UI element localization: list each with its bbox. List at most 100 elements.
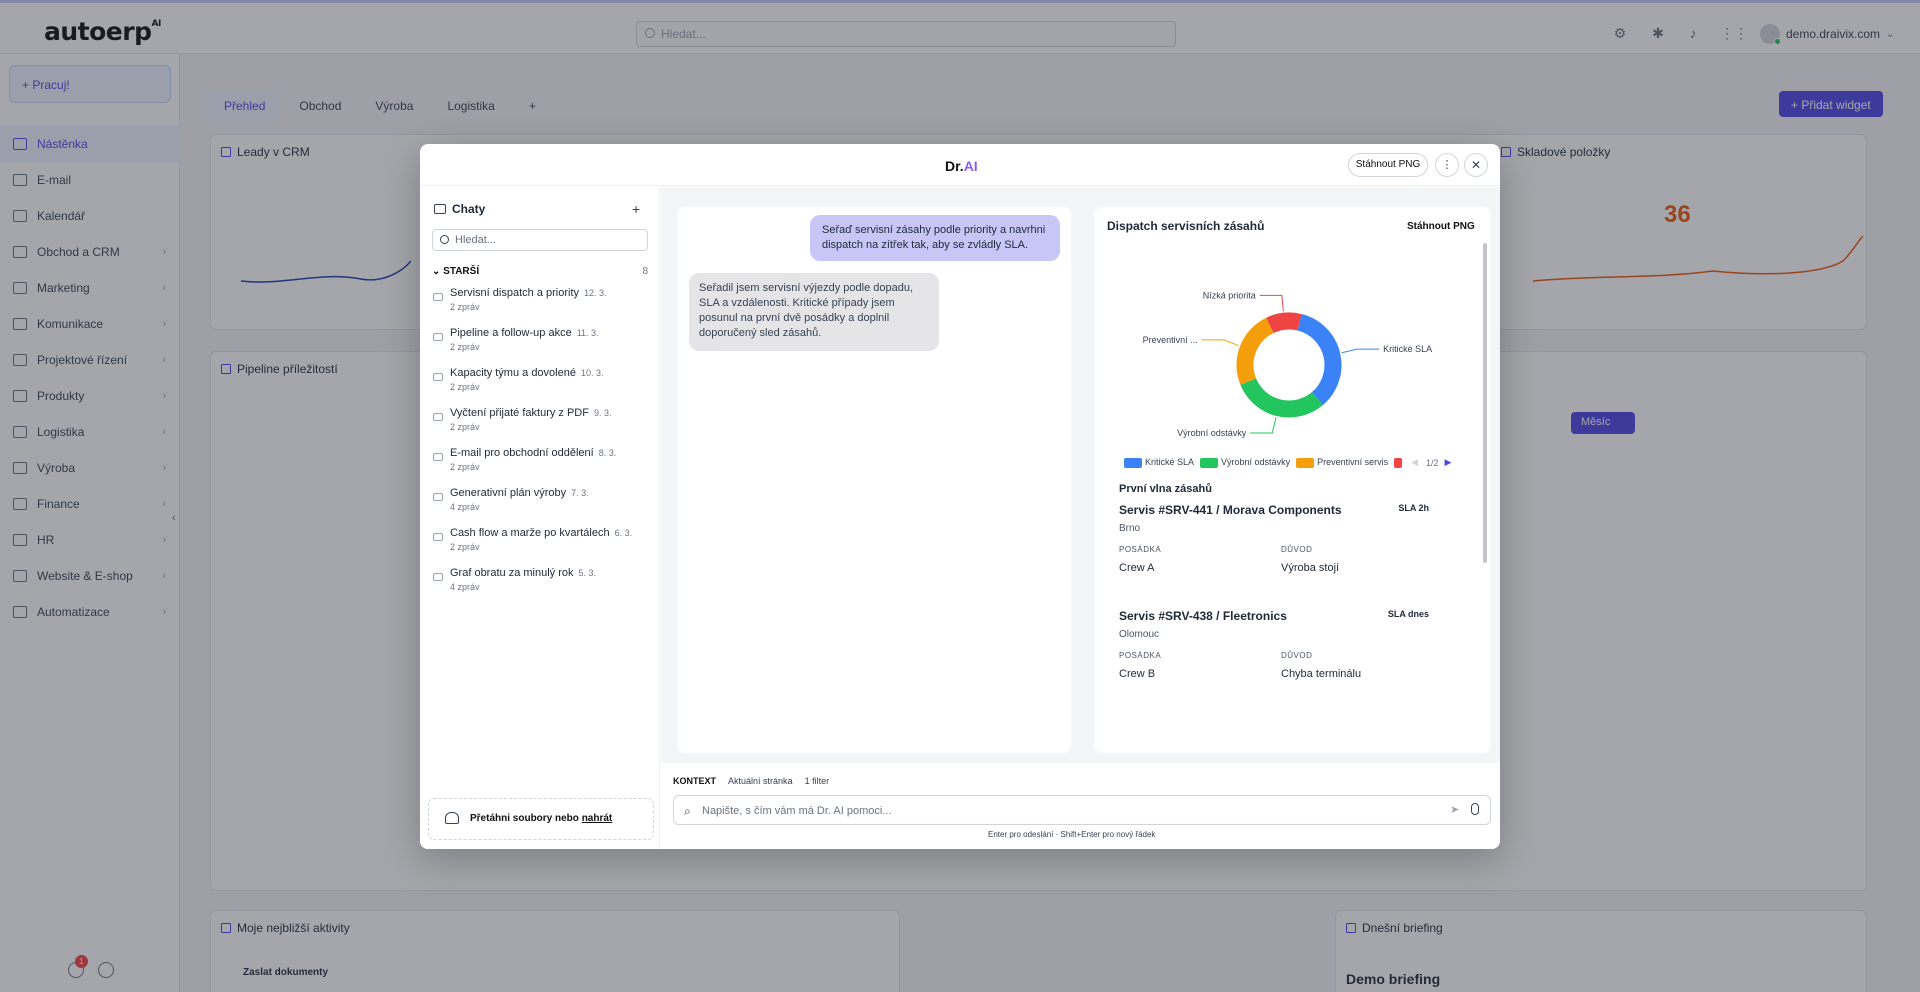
panel-title: Dispatch servisních zásahů — [1107, 219, 1265, 233]
reason-label: DŮVOD — [1281, 651, 1313, 660]
legend-swatch — [1394, 457, 1403, 468]
message-input[interactable]: ⌕ Napište, s čím vám má Dr. AI pomoci...… — [673, 795, 1491, 825]
chats-header: Chaty — [434, 202, 485, 216]
modal-title: Dr.AI — [945, 158, 978, 174]
chat-group-older[interactable]: ⌄ STARŠÍ 8 — [432, 266, 648, 277]
chat-date: 5. 3. — [578, 568, 597, 578]
legend-label: Kritické SLA — [1145, 457, 1195, 468]
context-bar: KONTEXT Aktuální stránka 1 filter — [673, 776, 829, 786]
dispatch-job[interactable]: Servis #SRV-441 / Morava Components SLA 2… — [1119, 503, 1459, 574]
context-page-chip[interactable]: Aktuální stránka — [728, 776, 793, 786]
chat-title: Graf obratu za minulý rok — [450, 567, 574, 579]
upload-link[interactable]: nahrát — [582, 813, 613, 824]
legend-item[interactable]: Výrobní odstávky — [1200, 457, 1290, 468]
chat-message-count: 2 zpráv — [450, 342, 480, 352]
legend-item[interactable]: Preventivní servis — [1296, 457, 1388, 468]
chat-message-count: 2 zpráv — [450, 462, 480, 472]
donut-label: Výrobní odstávky — [1177, 428, 1247, 438]
donut-leader-line — [1201, 339, 1239, 347]
crew-label: POSÁDKA — [1119, 651, 1162, 660]
ai-message: Seřadil jsem servisní výjezdy podle dopa… — [689, 273, 939, 351]
legend-next-icon[interactable]: ▶ — [1445, 457, 1452, 468]
chat-area: Seřaď servisní zásahy podle priority a n… — [661, 187, 1500, 763]
chevron-down-icon: ⌄ — [432, 266, 441, 277]
chat-date: 7. 3. — [571, 488, 589, 498]
chat-list-item[interactable]: Pipeline a follow-up akce 11. 3. 2 zpráv — [432, 327, 648, 367]
chats-panel: Chaty + Hledat... ⌄ STARŠÍ 8 Servisní di… — [420, 187, 660, 849]
chat-date: 12. 3. — [584, 288, 607, 298]
legend-label: Preventivní servis — [1317, 457, 1389, 468]
donut-label: Preventivní ... — [1143, 335, 1198, 345]
chat-title: Servisní dispatch a priority — [450, 287, 579, 299]
chat-title: E-mail pro obchodní oddělení — [450, 447, 594, 459]
chat-message-count: 4 zpráv — [450, 502, 480, 512]
download-png-button[interactable]: Stáhnout PNG — [1348, 153, 1428, 177]
chat-message-count: 2 zpráv — [450, 422, 480, 432]
chat-icon — [433, 573, 443, 581]
chat-list-item[interactable]: Kapacity týmu a dovolené 10. 3. 2 zpráv — [432, 367, 648, 407]
panel-download-png-button[interactable]: Stáhnout PNG — [1407, 221, 1475, 232]
chat-message-count: 4 zpráv — [450, 582, 480, 592]
donut-slice[interactable] — [1266, 312, 1302, 334]
chat-icon — [433, 413, 443, 421]
chat-title: Pipeline a follow-up akce — [450, 327, 572, 339]
chat-message-count: 2 zpráv — [450, 302, 480, 312]
chat-list-item[interactable]: Graf obratu za minulý rok 5. 3. 4 zpráv — [432, 567, 648, 607]
donut-label: Kritické SLA — [1383, 344, 1432, 354]
file-drop-zone[interactable]: Přetáhni soubory nebo nahrát — [428, 798, 654, 840]
donut-leader-line — [1250, 417, 1277, 434]
send-icon[interactable]: ➤ — [1450, 803, 1459, 816]
new-chat-button[interactable]: + — [632, 201, 640, 217]
legend-swatch — [1124, 457, 1142, 468]
chat-date: 6. 3. — [614, 528, 633, 538]
donut-leader-line — [1341, 348, 1380, 354]
search-icon — [440, 235, 449, 244]
chat-list-item[interactable]: E-mail pro obchodní oddělení 8. 3. 2 zpráv — [432, 447, 648, 487]
chat-bubble-icon — [434, 204, 446, 214]
chat-list-item[interactable]: Generativní plán výroby 7. 3. 4 zpráv — [432, 487, 648, 527]
reason-value: Chyba terminálu — [1281, 668, 1362, 680]
context-label: KONTEXT — [673, 776, 717, 786]
job-city: Brno — [1119, 523, 1141, 534]
microphone-icon[interactable] — [1471, 803, 1479, 815]
chat-title: Kapacity týmu a dovolené — [450, 367, 576, 379]
chat-search-input[interactable]: Hledat... — [432, 229, 648, 251]
attach-icon[interactable]: ⌕ — [684, 804, 691, 819]
chat-title: Cash flow a marže po kvartálech — [450, 527, 610, 539]
chat-date: 8. 3. — [598, 448, 617, 458]
user-message: Seřaď servisní zásahy podle priority a n… — [810, 215, 1060, 261]
chat-group-count: 8 — [642, 266, 648, 277]
dispatch-job[interactable]: Servis #SRV-438 / Fleetronics SLA dnes Olo… — [1119, 609, 1459, 680]
crew-value: Crew B — [1119, 668, 1156, 680]
chat-date: 10. 3. — [580, 368, 604, 378]
chart-legend: Kritické SLA Výrobní odstávky Preventivní … — [1124, 457, 1451, 468]
crew-value: Crew A — [1119, 562, 1155, 574]
reason-value: Výroba stojí — [1281, 562, 1340, 574]
dr-ai-modal: Dr.AI Stáhnout PNG ⋮ ✕ Chaty + Hledat...… — [420, 144, 1500, 849]
chat-message-count: 2 zpráv — [450, 542, 480, 552]
chat-icon — [433, 373, 443, 381]
chat-list-item[interactable]: Vyčtení přijaté faktury z PDF 9. 3. 2 zprá… — [432, 407, 648, 447]
donut-slice[interactable] — [1240, 377, 1323, 418]
donut-slice[interactable] — [1297, 314, 1342, 406]
chat-list-item[interactable]: Servisní dispatch a priority 12. 3. 2 zprá… — [432, 287, 648, 327]
panel-scrollbar[interactable] — [1483, 243, 1487, 563]
close-icon[interactable]: ✕ — [1464, 153, 1488, 177]
legend-prev-icon[interactable]: ◀ — [1411, 457, 1418, 468]
legend-item[interactable] — [1394, 457, 1405, 468]
chat-title: Generativní plán výroby — [450, 487, 567, 499]
chat-icon — [433, 533, 443, 541]
chat-list-item[interactable]: Cash flow a marže po kvartálech 6. 3. 2 zp… — [432, 527, 648, 567]
legend-label: Výrobní odstávky — [1221, 457, 1291, 468]
chat-icon — [433, 333, 443, 341]
donut-slice[interactable] — [1236, 317, 1274, 385]
chat-date: 11. 3. — [576, 328, 599, 338]
chat-message-count: 2 zpráv — [450, 382, 480, 392]
job-sla: SLA dnes — [1387, 609, 1429, 619]
dispatch-donut-chart: Kritické SLA Výrobní odstávky Preventivní … — [1143, 290, 1433, 438]
legend-item[interactable]: Kritické SLA — [1124, 457, 1194, 468]
context-filter-chip[interactable]: 1 filter — [805, 776, 830, 786]
more-options-icon[interactable]: ⋮ — [1435, 153, 1459, 177]
chat-icon — [433, 453, 443, 461]
dispatch-panel: Dispatch servisních zásahů Stáhnout PNG … — [1094, 207, 1491, 753]
